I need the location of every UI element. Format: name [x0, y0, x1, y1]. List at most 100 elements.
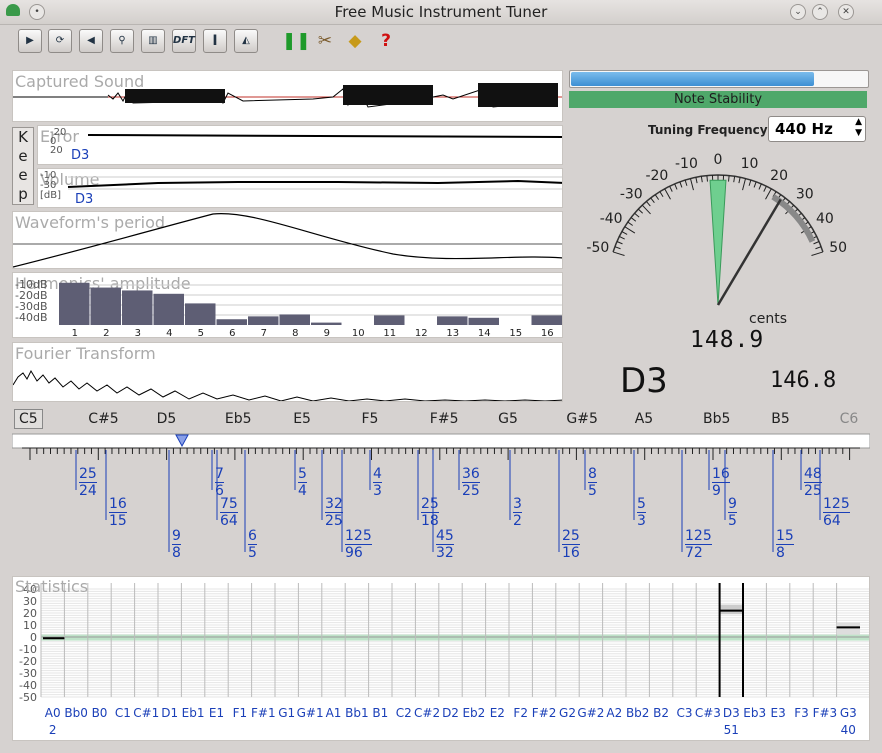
- record-sound-icon[interactable]: ▶: [18, 29, 42, 53]
- interval-ratio: 32 25: [325, 496, 343, 529]
- stat-note-label: C1: [115, 706, 131, 720]
- meter-scale-label: 50: [829, 240, 847, 256]
- stat-note-label: D3: [723, 706, 740, 720]
- ratio-denominator: 5: [728, 513, 737, 529]
- ratio-denominator: 32: [436, 545, 454, 561]
- stat-note-label: E2: [490, 706, 505, 720]
- frequency-readout: 148.9: [690, 327, 765, 353]
- speaker-icon[interactable]: ◀: [79, 29, 103, 53]
- ratio-numerator: 8: [588, 466, 597, 483]
- keep-letter: e: [18, 166, 28, 184]
- ratio-numerator: 5: [637, 496, 646, 513]
- stat-count: 51: [724, 723, 739, 737]
- interval-ratio: 16 15: [109, 496, 127, 529]
- harmonic-bar: [153, 293, 184, 325]
- harmonics-panel: Harmonics' amplitude -10dB -20dB -30dB -…: [12, 272, 563, 338]
- harmonic-number: 5: [198, 328, 204, 338]
- meter-scale-label: -40: [600, 211, 623, 227]
- interval-ratio: 76: [215, 466, 224, 499]
- ratio-numerator: 45: [436, 528, 454, 545]
- meter-scale-label: 0: [714, 152, 723, 168]
- meter-scale-label: -20: [645, 168, 668, 184]
- interval-ratio: 15 8: [776, 528, 794, 561]
- spin-up-icon[interactable]: ▲: [855, 117, 862, 127]
- settings-tools-icon[interactable]: ✂: [313, 29, 337, 53]
- waveform-icon[interactable]: ◭: [234, 29, 258, 53]
- zoom-icon[interactable]: ⚲: [110, 29, 134, 53]
- meter-unit: cents: [749, 311, 787, 327]
- keep-letter: p: [18, 185, 28, 203]
- stat-note-label: F#1: [251, 706, 276, 720]
- maximize-button[interactable]: ⌃: [812, 4, 828, 20]
- ratio-numerator: 16: [712, 466, 730, 483]
- harmonic-bar: [59, 282, 90, 325]
- stat-note-label: C3: [676, 706, 692, 720]
- dft-icon[interactable]: DFT: [172, 29, 196, 53]
- title-bar: • Free Music Instrument Tuner ⌄ ⌃ ✕: [0, 0, 882, 25]
- stat-note-label: D1: [161, 706, 178, 720]
- stat-note-label: Eb1: [182, 706, 205, 720]
- stat-note-label: Eb3: [743, 706, 766, 720]
- info-icon[interactable]: I: [203, 29, 227, 53]
- interval-ratio: 125 72: [685, 528, 712, 561]
- ratio-denominator: 8: [172, 545, 181, 561]
- minimize-button[interactable]: ⌄: [790, 4, 806, 20]
- stat-note-label: B2: [653, 706, 669, 720]
- harmonic-number: 16: [541, 328, 554, 338]
- error-panel: Error -20 0 20 D3: [37, 125, 563, 165]
- stat-note-label: F#2: [532, 706, 557, 720]
- stat-note-label: G#2: [577, 706, 604, 720]
- spectrum-icon[interactable]: ▥: [141, 29, 165, 53]
- tuning-frequency-value: 440 Hz: [775, 120, 833, 138]
- stat-note-label: A1: [326, 706, 342, 720]
- meter-scale-label: 30: [796, 187, 814, 203]
- pause-icon[interactable]: ❚❚: [282, 29, 311, 53]
- waveform-period-panel: Waveform's period: [12, 211, 563, 269]
- ratio-numerator: 6: [248, 528, 257, 545]
- stat-note-label: F#3: [813, 706, 838, 720]
- harmonic-bar: [374, 315, 405, 325]
- meter-scale-label: 10: [741, 156, 759, 172]
- refresh-icon[interactable]: ⟳: [48, 29, 72, 53]
- stat-note-label: C#2: [414, 706, 440, 720]
- spin-down-icon[interactable]: ▼: [855, 128, 862, 138]
- tuning-frequency-spinbox[interactable]: 440 Hz ▲ ▼: [768, 116, 866, 142]
- stat-note-label: A0: [45, 706, 61, 720]
- interval-ratio: 25 16: [562, 528, 580, 561]
- ratio-numerator: 3: [513, 496, 522, 513]
- ratio-denominator: 25: [325, 513, 343, 529]
- ratio-numerator: 125: [345, 528, 372, 545]
- ratio-denominator: 64: [220, 513, 238, 529]
- keep-letter: e: [18, 147, 28, 165]
- harmonic-number: 13: [446, 328, 459, 338]
- ratio-numerator: 32: [325, 496, 343, 513]
- ratio-denominator: 96: [345, 545, 363, 561]
- interval-ratio: 75 64: [220, 496, 238, 529]
- stat-note-label: Bb1: [345, 706, 368, 720]
- ratio-denominator: 24: [79, 483, 97, 499]
- tuning-fork-icon[interactable]: ◆: [343, 29, 367, 53]
- stat-note-label: A2: [606, 706, 622, 720]
- interval-ratio: 48 25: [804, 466, 822, 499]
- interval-ratio: 125 96: [345, 528, 372, 561]
- ratio-denominator: 9: [712, 483, 721, 499]
- stat-note-label: Eb2: [462, 706, 485, 720]
- meter-scale-label: 40: [816, 211, 834, 227]
- keep-button[interactable]: K e e p: [12, 127, 34, 205]
- help-icon[interactable]: ?: [374, 29, 398, 53]
- volume-panel: Volume -10 -30 [dB] D3: [37, 168, 563, 208]
- ratio-denominator: 25: [804, 483, 822, 499]
- ratio-numerator: 9: [172, 528, 181, 545]
- harmonic-number: 9: [324, 328, 330, 338]
- waveform-period-trace: [13, 213, 562, 268]
- fourier-trace: [13, 369, 562, 401]
- ratio-denominator: 15: [109, 513, 127, 529]
- captured-sound-waveform: [13, 83, 562, 108]
- ratio-numerator: 5: [298, 466, 307, 483]
- close-button[interactable]: ✕: [838, 4, 854, 20]
- stat-note-label: G1: [278, 706, 295, 720]
- tuning-frequency-label: Tuning Frequency: [648, 123, 768, 137]
- interval-ratio: 65: [248, 528, 257, 561]
- interval-ratio: 45 32: [436, 528, 454, 561]
- ratio-denominator: 8: [776, 545, 785, 561]
